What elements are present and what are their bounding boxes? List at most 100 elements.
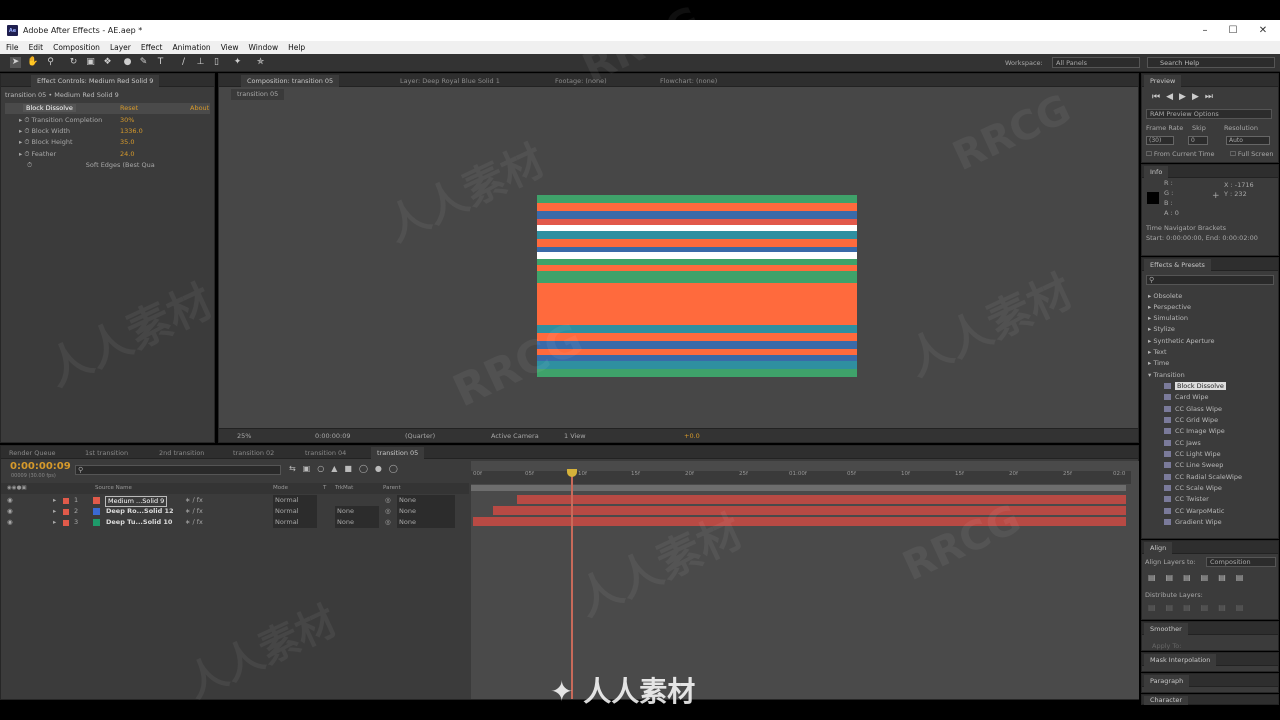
table-row[interactable]: ◉ ▸ 2 Deep Ro...Solid 12 ∗ ∕ fx Normal N… xyxy=(1,506,469,517)
playback-controls[interactable]: ⏮◀▶▶⏭ xyxy=(1152,92,1219,102)
parent-select[interactable]: None xyxy=(397,495,455,506)
effects-category-item[interactable]: ▸ Simulation xyxy=(1148,313,1188,324)
align-buttons-icon[interactable]: ▤▤▤▤▤▤ xyxy=(1148,573,1253,582)
resolution-select[interactable]: (Quarter) xyxy=(405,429,435,443)
eraser-tool-icon[interactable]: ▯ xyxy=(211,57,222,68)
mode-select[interactable]: Normal xyxy=(273,506,317,517)
ram-preview-select[interactable]: RAM Preview Options xyxy=(1146,109,1272,119)
puppet-tool-icon[interactable]: ✯ xyxy=(255,57,266,68)
trkmat-select[interactable]: None xyxy=(335,506,379,517)
col-parent[interactable]: Parent xyxy=(383,483,401,494)
soft-edges-row[interactable]: ⏱ Soft Edges (Best Qua xyxy=(27,160,155,171)
type-tool-icon[interactable]: T xyxy=(155,57,166,68)
parent-select[interactable]: None xyxy=(397,517,455,528)
mask-tool-icon[interactable]: ● xyxy=(122,57,133,68)
eye-icon[interactable]: ◉ xyxy=(7,495,13,506)
tab-footage[interactable]: Footage: (none) xyxy=(549,75,613,87)
exposure-value[interactable]: +0.0 xyxy=(684,429,700,443)
effects-category-item[interactable]: ▸ Text xyxy=(1148,347,1167,358)
effects-category-item[interactable]: ▸ Obsolete xyxy=(1148,291,1182,302)
tab-character[interactable]: Character xyxy=(1144,696,1189,705)
tab-layer[interactable]: Layer: Deep Royal Blue Solid 1 xyxy=(394,75,506,87)
clone-stamp-tool-icon[interactable]: ⊥ xyxy=(195,57,206,68)
eye-icon[interactable]: ◉ xyxy=(7,517,13,528)
col-source-name[interactable]: Source Name xyxy=(95,483,132,494)
prop-value[interactable]: 1336.0 xyxy=(120,126,143,137)
tab-transition-02[interactable]: transition 02 xyxy=(227,447,280,459)
tab-2nd-transition[interactable]: 2nd transition xyxy=(153,447,210,459)
eye-icon[interactable]: ◉ xyxy=(7,506,13,517)
effect-item[interactable]: CC Light Wipe xyxy=(1164,449,1221,460)
zoom-select[interactable]: 25% xyxy=(237,429,251,443)
workspace-select[interactable]: All Panels xyxy=(1052,57,1140,68)
tab-smoother[interactable]: Smoother xyxy=(1144,623,1188,635)
trkmat-select[interactable]: None xyxy=(335,517,379,528)
parent-pickwhip-icon[interactable]: ◎ xyxy=(385,506,391,517)
prop-value[interactable]: 24.0 xyxy=(120,149,134,160)
tab-transition-04[interactable]: transition 04 xyxy=(299,447,352,459)
effect-item[interactable]: CC Grid Wipe xyxy=(1164,415,1218,426)
effect-item[interactable]: CC Twister xyxy=(1164,494,1209,505)
menu-composition[interactable]: Composition xyxy=(47,43,104,52)
parent-pickwhip-icon[interactable]: ◎ xyxy=(385,517,391,528)
layer-name[interactable]: Deep Ro...Solid 12 xyxy=(106,506,174,517)
current-time-indicator[interactable] xyxy=(571,469,573,699)
menu-help[interactable]: Help xyxy=(282,43,309,52)
from-current-time-checkbox[interactable]: ☐ From Current Time xyxy=(1146,150,1214,158)
timeline-search-input[interactable]: ⚲ xyxy=(75,465,281,475)
menu-file[interactable]: File xyxy=(0,43,23,52)
menu-layer[interactable]: Layer xyxy=(104,43,135,52)
resolution-select-preview[interactable]: Auto xyxy=(1226,136,1270,145)
frame-rate-select[interactable]: (30) xyxy=(1146,136,1174,145)
effects-category-item[interactable]: ▸ Perspective xyxy=(1148,302,1191,313)
tab-render-queue[interactable]: Render Queue xyxy=(3,447,62,459)
timeline-switches-icons[interactable]: ⇆▣○▲■◯●◯ xyxy=(289,464,405,473)
align-to-select[interactable]: Composition xyxy=(1206,557,1276,567)
tab-flowchart[interactable]: Flowchart: (none) xyxy=(654,75,723,87)
parent-pickwhip-icon[interactable]: ◎ xyxy=(385,495,391,506)
camera-tool-icon[interactable]: ▣ xyxy=(85,57,96,68)
work-area-bar[interactable] xyxy=(471,485,1126,491)
search-help-input[interactable]: Search Help xyxy=(1147,57,1275,68)
mode-select[interactable]: Normal xyxy=(273,517,317,528)
selection-tool-icon[interactable]: ➤ xyxy=(10,57,21,68)
tab-paragraph[interactable]: Paragraph xyxy=(1144,675,1190,687)
expand-icon[interactable]: ▸ xyxy=(53,495,56,506)
comp-subtab[interactable]: transition 05 xyxy=(231,89,285,100)
mode-select[interactable]: Normal xyxy=(273,495,317,506)
timeline-timecode[interactable]: 0:00:00:09 xyxy=(10,461,71,472)
effect-item[interactable]: CC Image Wipe xyxy=(1164,426,1225,437)
effect-item[interactable]: CC Jaws xyxy=(1164,438,1201,449)
menu-edit[interactable]: Edit xyxy=(23,43,48,52)
effect-item[interactable]: Gradient Wipe xyxy=(1164,517,1222,528)
tab-preview[interactable]: Preview xyxy=(1144,75,1182,87)
prop-row-block-width[interactable]: ▸ ⏱ Block Width 1336.0 xyxy=(19,126,143,137)
menu-view[interactable]: View xyxy=(215,43,243,52)
prop-value[interactable]: 30% xyxy=(120,115,134,126)
comp-viewer[interactable] xyxy=(537,195,857,377)
zoom-tool-icon[interactable]: ⚲ xyxy=(45,57,56,68)
full-screen-checkbox[interactable]: ☐ Full Screen xyxy=(1230,150,1273,158)
prop-row-transition-completion[interactable]: ▸ ⏱ Transition Completion 30% xyxy=(19,115,134,126)
close-icon[interactable]: ✕ xyxy=(1248,20,1278,41)
prop-row-block-height[interactable]: ▸ ⏱ Block Height 35.0 xyxy=(19,137,134,148)
distribute-buttons-icon[interactable]: ▤▤▤▤▤▤ xyxy=(1148,603,1253,612)
tab-composition[interactable]: Composition: transition 05 xyxy=(241,75,340,87)
view-select[interactable]: 1 View xyxy=(564,429,586,443)
menu-window[interactable]: Window xyxy=(243,43,283,52)
fx-switch-icon[interactable]: ∗ ∕ fx xyxy=(185,495,203,506)
effects-category-item[interactable]: ▸ Synthetic Aperture xyxy=(1148,336,1215,347)
effect-item[interactable]: CC WarpoMatic xyxy=(1164,506,1224,517)
layer-bar[interactable] xyxy=(517,495,1126,504)
timeline-graph[interactable]: 00f 05f 10f 15f 20f 25f 01:00f 05f 10f 1… xyxy=(471,461,1139,699)
expand-icon[interactable]: ▸ xyxy=(53,517,56,528)
expand-icon[interactable]: ▸ xyxy=(53,506,56,517)
tab-effects-presets[interactable]: Effects & Presets xyxy=(1144,259,1211,271)
prop-row-feather[interactable]: ▸ ⏱ Feather 24.0 xyxy=(19,149,134,160)
effects-category-item[interactable]: ▸ Time xyxy=(1148,358,1169,369)
hand-tool-icon[interactable]: ✋ xyxy=(27,57,38,68)
effect-item[interactable]: Card Wipe xyxy=(1164,392,1209,403)
col-trkmat[interactable]: TrkMat xyxy=(335,483,353,494)
maximize-icon[interactable]: ☐ xyxy=(1218,20,1248,41)
layer-bar[interactable] xyxy=(493,506,1126,515)
